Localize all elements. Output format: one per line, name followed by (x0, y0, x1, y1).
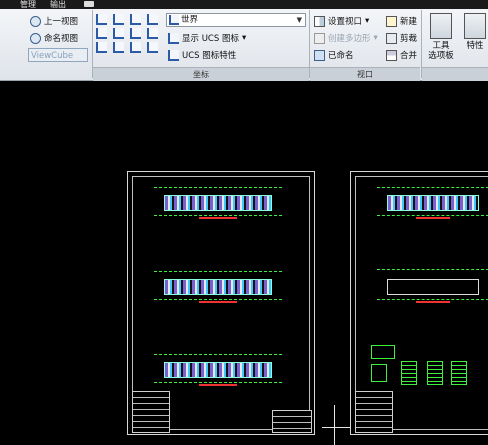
detail-block (371, 364, 387, 382)
ucs-world-dropdown[interactable]: 世界 ▼ (166, 13, 306, 27)
plan-title-underline (416, 301, 450, 303)
crosshair-cursor-vertical (334, 405, 335, 445)
ucs-icon-properties-label: UCS 图标特性 (182, 51, 237, 61)
create-polygon-label: 创建多边形 (328, 34, 371, 44)
detail-block (401, 361, 417, 385)
plan-title-underline (416, 217, 450, 219)
properties-label: 特性 (466, 41, 484, 51)
new-label: 新建 (400, 17, 418, 27)
plan-title-underline (198, 384, 238, 386)
detail-block (451, 361, 467, 385)
ucs-apply-icon[interactable] (130, 42, 141, 53)
dimension-line (154, 354, 282, 358)
crosshair-cursor (322, 427, 350, 428)
ucs-z-icon[interactable] (130, 28, 141, 39)
set-viewport-button[interactable]: 设置视口 ▾ (314, 14, 369, 28)
detail-block (371, 345, 395, 359)
prev-view-label: 上一视图 (44, 17, 79, 27)
world-icon (169, 15, 179, 25)
join-icon (386, 49, 397, 61)
tab-more-icon[interactable] (84, 1, 94, 7)
dimension-line (154, 271, 282, 275)
named-viewports-button[interactable]: 已命名 (314, 48, 354, 62)
plan-body (164, 279, 272, 295)
viewcube-button[interactable]: ViewCube (28, 48, 88, 62)
show-ucs-icon-label: 显示 UCS 图标 (182, 34, 239, 44)
tools-panel-title (422, 67, 488, 81)
ucs-icon-properties-button[interactable]: UCS 图标特性 (168, 48, 236, 62)
new-viewport-button[interactable]: 新建 (386, 14, 417, 28)
drawing-sheet-left[interactable] (127, 171, 315, 435)
detail-block (427, 361, 443, 385)
clip-label: 剪裁 (400, 34, 418, 44)
ucs-face-icon[interactable] (147, 28, 158, 39)
new-icon (386, 15, 397, 27)
floor-plan-4[interactable] (377, 185, 488, 221)
properties-icon (464, 13, 486, 39)
ucs-origin-icon[interactable] (113, 14, 124, 25)
ucs-tool-grid (96, 14, 160, 53)
dropdown-arrow-icon: ▾ (373, 33, 378, 43)
title-block-table (132, 391, 170, 433)
title-block-table (355, 391, 393, 433)
viewport-panel-title: 视口 (310, 67, 420, 81)
dropdown-arrow-icon: ▾ (241, 33, 247, 43)
named-viewports-label: 已命名 (328, 51, 354, 61)
set-viewport-label: 设置视口 (328, 17, 363, 27)
chevron-down-icon: ▼ (296, 16, 302, 24)
named-viewports-icon (314, 49, 325, 61)
ucs-y-icon[interactable] (113, 28, 124, 39)
ucs-zaxis-icon[interactable] (113, 42, 124, 53)
roof-outline (387, 279, 479, 295)
dimension-line (377, 187, 488, 191)
world-label: 世界 (181, 15, 199, 25)
floor-plan-3[interactable] (154, 352, 282, 388)
floor-plan-2[interactable] (154, 269, 282, 305)
dimension-line (377, 269, 488, 273)
floor-plan-1[interactable] (154, 185, 282, 221)
named-view-button[interactable]: 命名视图 (30, 31, 78, 45)
ucs-3point-icon[interactable] (96, 42, 107, 53)
plan-title-underline (198, 217, 238, 219)
ribbon-tab-bar: 管理 输出 (0, 0, 488, 9)
clip-icon (386, 32, 397, 44)
plan-body (164, 195, 272, 211)
ucs-world-icon[interactable] (147, 42, 158, 53)
tool-palettes-icon (430, 13, 452, 39)
join-label: 合并 (400, 51, 418, 61)
ucs-panel-title: 坐标 (93, 67, 309, 81)
named-view-icon (30, 32, 41, 44)
create-polygon-button[interactable]: 创建多边形 ▾ (314, 31, 378, 45)
viewport-icon (314, 15, 325, 27)
plan-title-underline (198, 301, 238, 303)
ucs-object-icon[interactable] (147, 14, 158, 25)
drawing-sheet-right[interactable] (350, 171, 488, 435)
ucs-properties-icon (168, 49, 179, 61)
named-view-label: 命名视图 (44, 34, 79, 44)
plan-body (164, 362, 272, 378)
camera-icon (30, 15, 41, 27)
clip-viewport-button[interactable]: 剪裁 (386, 31, 417, 45)
roof-plan[interactable] (377, 269, 488, 305)
title-block-stamp (272, 410, 312, 433)
ucs-view-icon[interactable] (130, 14, 141, 25)
tool-palettes-label-2: 选项板 (428, 51, 454, 61)
properties-button[interactable]: 特性 (462, 13, 488, 51)
plan-body (387, 195, 479, 211)
dropdown-arrow-icon: ▾ (365, 16, 370, 26)
join-viewport-button[interactable]: 合并 (386, 48, 417, 62)
tool-palettes-label-1: 工具 (432, 41, 450, 51)
prev-view-button[interactable]: 上一视图 (30, 14, 78, 28)
dimension-line (154, 187, 282, 191)
ucs-x-icon[interactable] (96, 28, 107, 39)
polygon-viewport-icon (314, 32, 325, 44)
show-ucs-icon-button[interactable]: 显示 UCS 图标 ▾ (168, 31, 246, 45)
ucs-display-icon (168, 32, 179, 44)
ucs-icon[interactable] (96, 14, 107, 25)
tool-palettes-button[interactable]: 工具 选项板 (424, 13, 458, 61)
